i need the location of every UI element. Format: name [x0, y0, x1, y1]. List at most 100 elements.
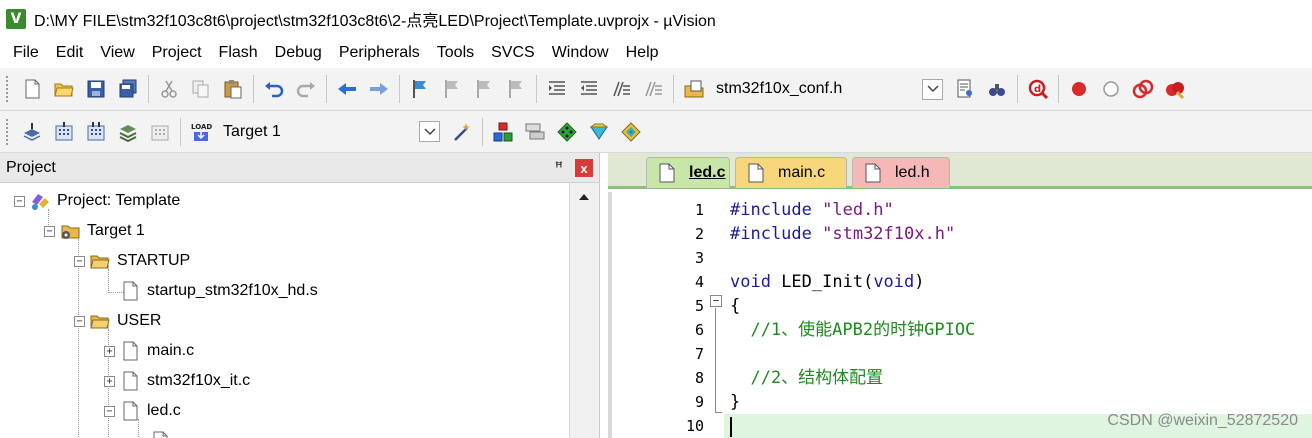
- manage-project-items-button[interactable]: [489, 118, 517, 146]
- toolbar-grip[interactable]: [6, 118, 10, 145]
- tree-expander[interactable]: −: [74, 255, 85, 267]
- find-combo[interactable]: stm32f10x_conf.h: [710, 75, 949, 103]
- build-button[interactable]: [50, 118, 78, 146]
- unindent-button[interactable]: [575, 75, 603, 103]
- tree-item-file-partial[interactable]: [149, 426, 177, 438]
- project-tree: − Project: Template − Target 1 − STARTUP…: [0, 183, 570, 438]
- menu-tools[interactable]: Tools: [430, 44, 481, 62]
- tree-expander[interactable]: −: [104, 405, 115, 417]
- indent-button[interactable]: [543, 75, 571, 103]
- bookmark-previous-button[interactable]: [438, 75, 466, 103]
- menu-view[interactable]: View: [93, 44, 141, 62]
- manage-run-time-environment-button[interactable]: [553, 118, 581, 146]
- uncomment-icon: [645, 81, 662, 97]
- packs-icon: [525, 123, 545, 139]
- tree-expander[interactable]: −: [74, 315, 85, 327]
- incremental-find-button[interactable]: [983, 75, 1011, 103]
- new-file-button[interactable]: [18, 75, 46, 103]
- bookmark-clear-button[interactable]: [502, 75, 530, 103]
- pack-installer-button[interactable]: [585, 118, 613, 146]
- code-text-area[interactable]: 1 2 3 4 5 6 7 8 9 10 − #include "led.h" #include "…: [608, 192, 1312, 438]
- undo-button[interactable]: [260, 75, 288, 103]
- toolbar-grip[interactable]: [6, 76, 10, 102]
- pin-icon[interactable]: ꟸ: [555, 159, 563, 176]
- arrow-left-icon: [338, 83, 356, 95]
- find-button[interactable]: [951, 75, 979, 103]
- tree-item-project[interactable]: − Project: Template: [14, 186, 180, 216]
- project-tree-scrollbar[interactable]: [569, 183, 599, 438]
- open-file-button[interactable]: [50, 75, 78, 103]
- menu-debug[interactable]: Debug: [268, 44, 329, 62]
- copy-button[interactable]: [187, 75, 215, 103]
- project-pane-close-button[interactable]: x: [575, 159, 593, 177]
- line-number: 7: [694, 345, 704, 363]
- enable-breakpoint-button[interactable]: [1097, 75, 1125, 103]
- redo-button[interactable]: [292, 75, 320, 103]
- tree-expander[interactable]: −: [44, 225, 55, 237]
- title-bar: V D:\MY FILE\stm32f103c8t6\project\stm32…: [0, 0, 1312, 37]
- download-button[interactable]: LOAD: [187, 118, 215, 146]
- tree-item-file[interactable]: − led.c: [104, 396, 181, 426]
- project-icon: [29, 190, 51, 212]
- tree-item-target[interactable]: − Target 1: [44, 216, 145, 246]
- comment-icon: [613, 81, 630, 97]
- bookmark-toggle-button[interactable]: [406, 75, 434, 103]
- tree-expander[interactable]: +: [104, 345, 115, 357]
- insert-breakpoint-button[interactable]: [1065, 75, 1093, 103]
- target-combo[interactable]: Target 1: [217, 118, 446, 146]
- cut-button[interactable]: [155, 75, 183, 103]
- menu-project[interactable]: Project: [145, 44, 209, 62]
- tree-item-group-startup[interactable]: − STARTUP: [74, 246, 190, 276]
- code-editor: led.c main.c led.h 1 2 3 4 5 6 7 8 9 10 − #includ…: [608, 153, 1312, 438]
- menu-peripherals[interactable]: Peripherals: [332, 44, 427, 62]
- target-options-button[interactable]: [448, 118, 476, 146]
- start-debug-button[interactable]: d: [1024, 75, 1052, 103]
- find-in-files-button[interactable]: [680, 75, 708, 103]
- tree-expander[interactable]: −: [14, 195, 25, 207]
- tree-item-file[interactable]: startup_stm32f10x_hd.s: [119, 276, 318, 306]
- tree-item-file[interactable]: + stm32f10x_it.c: [104, 366, 250, 396]
- fold-margin: −: [708, 192, 724, 438]
- chevron-down-icon: [423, 127, 436, 135]
- fold-collapse-icon[interactable]: −: [710, 295, 722, 307]
- disable-all-breakpoints-button[interactable]: [1129, 75, 1157, 103]
- save-all-button[interactable]: [114, 75, 142, 103]
- comment-button[interactable]: [607, 75, 635, 103]
- tree-item-file[interactable]: + main.c: [104, 336, 194, 366]
- batch-build-button[interactable]: [114, 118, 142, 146]
- menu-file[interactable]: File: [6, 44, 46, 62]
- paste-button[interactable]: [219, 75, 247, 103]
- menu-help[interactable]: Help: [619, 44, 666, 62]
- menu-edit[interactable]: Edit: [49, 44, 91, 62]
- code-token: #include: [730, 224, 823, 244]
- find-combo-dropdown[interactable]: [922, 78, 943, 100]
- tab-main-c[interactable]: main.c: [735, 157, 847, 188]
- translate-button[interactable]: [18, 118, 46, 146]
- file-icon: [119, 340, 141, 362]
- menu-svcs[interactable]: SVCS: [484, 44, 542, 62]
- target-combo-dropdown[interactable]: [419, 121, 440, 142]
- line-number: 8: [694, 369, 704, 387]
- tab-led-c[interactable]: led.c: [646, 157, 730, 188]
- file-icon: [149, 430, 171, 438]
- toolbar-separator: [536, 75, 537, 103]
- bookmark-next-button[interactable]: [470, 75, 498, 103]
- scroll-up-button[interactable]: [570, 183, 598, 211]
- stop-build-button[interactable]: [146, 118, 174, 146]
- tree-item-group-user[interactable]: − USER: [74, 306, 161, 336]
- tab-label: led.c: [689, 164, 726, 181]
- uncomment-button[interactable]: [639, 75, 667, 103]
- software-packs-button[interactable]: [617, 118, 645, 146]
- save-button[interactable]: [82, 75, 110, 103]
- document-icon: [748, 163, 764, 183]
- select-packs-button[interactable]: [521, 118, 549, 146]
- tree-expander[interactable]: +: [104, 375, 115, 387]
- open-folder-icon: [54, 83, 74, 97]
- tab-led-h[interactable]: led.h: [852, 157, 950, 188]
- menu-window[interactable]: Window: [545, 44, 616, 62]
- kill-all-breakpoints-button[interactable]: [1161, 75, 1189, 103]
- navigate-forward-button[interactable]: [365, 75, 393, 103]
- navigate-back-button[interactable]: [333, 75, 361, 103]
- menu-flash[interactable]: Flash: [212, 44, 265, 62]
- rebuild-button[interactable]: [82, 118, 110, 146]
